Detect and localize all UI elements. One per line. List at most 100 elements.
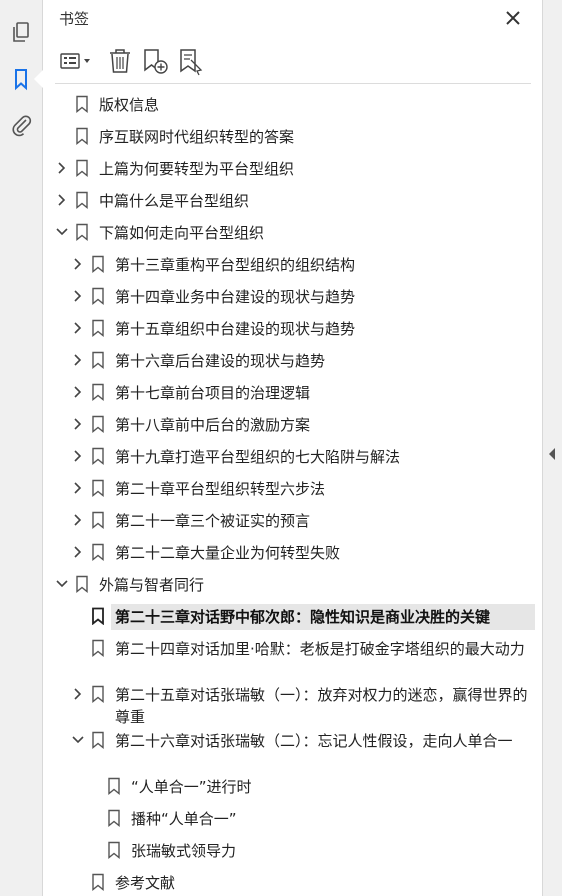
- options-menu-button[interactable]: [57, 46, 97, 76]
- bookmark-label: 第十四章业务中台建设的现状与趋势: [115, 288, 356, 306]
- bookmark-icon: [108, 841, 120, 859]
- collapse-arrow-icon[interactable]: [549, 448, 555, 460]
- bookmark-row[interactable]: 第十五章组织中台建设的现状与趋势: [43, 316, 542, 342]
- bookmark-row[interactable]: 第二十一章三个被证实的预言: [43, 508, 542, 534]
- bookmark-label: 第十五章组织中台建设的现状与趋势: [115, 320, 356, 338]
- bookmark-label: 下篇如何走向平台型组织: [99, 224, 265, 242]
- bookmark-label: 第二十四章对话加里·哈默：老板是打破金字塔组织的最大动力: [115, 640, 525, 658]
- bookmark-row[interactable]: 第十三章重构平台型组织的组织结构: [43, 252, 542, 278]
- bookmark-row[interactable]: 第二十二章大量企业为何转型失败: [43, 540, 542, 566]
- chevron-right-icon[interactable]: [71, 257, 85, 271]
- bookmark-label: 参考文献: [115, 874, 176, 892]
- chevron-right-icon[interactable]: [71, 449, 85, 463]
- bookmark-row[interactable]: 第十七章前台项目的治理逻辑: [43, 380, 542, 406]
- bookmark-row[interactable]: 外篇与智者同行: [43, 572, 542, 598]
- bookmark-icon: [92, 415, 104, 433]
- chevron-right-icon[interactable]: [71, 687, 85, 701]
- bookmark-row[interactable]: 中篇什么是平台型组织: [43, 188, 542, 214]
- delete-icon: [110, 49, 130, 73]
- bookmark-label: 版权信息: [99, 96, 160, 114]
- bookmark-row[interactable]: 第二十五章对话张瑞敏（一）：放弃对权力的迷恋，赢得世界的尊重: [43, 682, 542, 728]
- bookmark-label: 第十九章打造平台型组织的七大陷阱与解法: [115, 448, 401, 466]
- bookmark-label: “人单合一”进行时: [131, 778, 252, 796]
- bookmark-label: 第十六章后台建设的现状与趋势: [115, 352, 326, 370]
- bookmark-label: 第二十一章三个被证实的预言: [115, 512, 311, 530]
- left-navigation-bar: [0, 0, 43, 896]
- bookmark-icon: [92, 479, 104, 497]
- bookmark-row[interactable]: 版权信息: [43, 92, 542, 118]
- chevron-right-icon[interactable]: [71, 321, 85, 335]
- bookmark-row[interactable]: 下篇如何走向平台型组织: [43, 220, 542, 246]
- bookmark-row[interactable]: 第二十六章对话张瑞敏（二）：忘记人性假设，走向人单合一: [43, 728, 542, 774]
- bookmark-label: 第二十章平台型组织转型六步法: [115, 480, 326, 498]
- chevron-right-icon[interactable]: [55, 161, 69, 175]
- bookmark-label: 张瑞敏式领导力: [131, 842, 237, 860]
- bookmark-row[interactable]: 播种“人单合一”: [43, 806, 542, 832]
- bookmark-row[interactable]: 第二十三章对话野中郁次郎：隐性知识是商业决胜的关键: [43, 604, 542, 632]
- bookmarks-panel: 书签 版权信息 序互联网时代组织转型的答案 上篇为何要转型为平台型组织 中篇什么…: [43, 0, 542, 896]
- chevron-right-icon[interactable]: [71, 545, 85, 559]
- toolbar-divider: [55, 83, 531, 84]
- bookmark-label: 第二十三章对话野中郁次郎：隐性知识是商业决胜的关键: [115, 608, 491, 626]
- chevron-down-icon[interactable]: [55, 225, 69, 239]
- chevron-right-icon[interactable]: [71, 289, 85, 303]
- bookmark-row[interactable]: 第二十四章对话加里·哈默：老板是打破金字塔组织的最大动力: [43, 636, 542, 682]
- close-button[interactable]: [503, 8, 523, 28]
- bookmark-from-structure-button[interactable]: [177, 46, 205, 76]
- bookmark-row[interactable]: 第十九章打造平台型组织的七大陷阱与解法: [43, 444, 542, 470]
- chevron-down-icon[interactable]: [55, 577, 69, 591]
- chevron-right-icon[interactable]: [71, 385, 85, 399]
- chevron-down-icon[interactable]: [71, 733, 85, 747]
- bookmark-icon: [92, 351, 104, 369]
- bookmark-icon: [92, 383, 104, 401]
- bookmark-icon: [108, 809, 120, 827]
- bookmark-icon: [92, 607, 104, 625]
- right-collapse-bar[interactable]: [542, 0, 562, 896]
- bookmark-icon: [92, 685, 104, 703]
- pages-icon[interactable]: [9, 20, 33, 44]
- bookmark-row[interactable]: 参考文献: [43, 870, 542, 896]
- bookmark-row[interactable]: 上篇为何要转型为平台型组织: [43, 156, 542, 182]
- bookmark-icon: [92, 255, 104, 273]
- new-bookmark-button[interactable]: [141, 46, 169, 76]
- options-menu-icon: [60, 53, 90, 69]
- bookmark-label: 外篇与智者同行: [99, 576, 205, 594]
- bookmark-from-structure-icon: [180, 49, 203, 76]
- chevron-right-icon[interactable]: [55, 193, 69, 207]
- active-panel-pointer: [34, 70, 43, 88]
- bookmark-row[interactable]: 第十四章业务中台建设的现状与趋势: [43, 284, 542, 310]
- bookmark-icon: [76, 191, 88, 209]
- bookmark-icon[interactable]: [9, 67, 33, 91]
- bookmark-label: 第二十二章大量企业为何转型失败: [115, 544, 341, 562]
- bookmark-label: 第二十六章对话张瑞敏（二）：忘记人性假设，走向人单合一: [115, 732, 513, 750]
- bookmark-icon: [92, 287, 104, 305]
- delete-button[interactable]: [107, 46, 133, 76]
- bookmark-icon: [92, 319, 104, 337]
- bookmark-row[interactable]: “人单合一”进行时: [43, 774, 542, 800]
- chevron-right-icon[interactable]: [71, 417, 85, 431]
- bookmark-label: 序互联网时代组织转型的答案: [99, 128, 295, 146]
- bookmark-label: 上篇为何要转型为平台型组织: [99, 160, 295, 178]
- bookmark-label: 第十八章前中后台的激励方案: [115, 416, 311, 434]
- bookmark-row[interactable]: 序互联网时代组织转型的答案: [43, 124, 542, 150]
- bookmark-icon: [76, 127, 88, 145]
- bookmark-row[interactable]: 第十八章前中后台的激励方案: [43, 412, 542, 438]
- bookmark-label: 第二十五章对话张瑞敏（一）：放弃对权力的迷恋，赢得世界的尊重: [115, 686, 528, 726]
- attachment-icon[interactable]: [9, 113, 33, 137]
- chevron-right-icon[interactable]: [71, 353, 85, 367]
- bookmark-icon: [92, 543, 104, 561]
- bookmark-label: 第十七章前台项目的治理逻辑: [115, 384, 311, 402]
- bookmarks-toolbar: [55, 46, 531, 76]
- chevron-right-icon[interactable]: [71, 513, 85, 527]
- bookmark-row[interactable]: 张瑞敏式领导力: [43, 838, 542, 864]
- bookmark-icon: [76, 223, 88, 241]
- bookmark-icon: [92, 511, 104, 529]
- chevron-right-icon[interactable]: [71, 481, 85, 495]
- bookmark-icon: [108, 777, 120, 795]
- bookmark-icon: [76, 159, 88, 177]
- bookmark-row[interactable]: 第十六章后台建设的现状与趋势: [43, 348, 542, 374]
- panel-title: 书签: [59, 10, 90, 28]
- new-bookmark-icon: [144, 49, 168, 74]
- bookmark-icon: [92, 447, 104, 465]
- bookmark-row[interactable]: 第二十章平台型组织转型六步法: [43, 476, 542, 502]
